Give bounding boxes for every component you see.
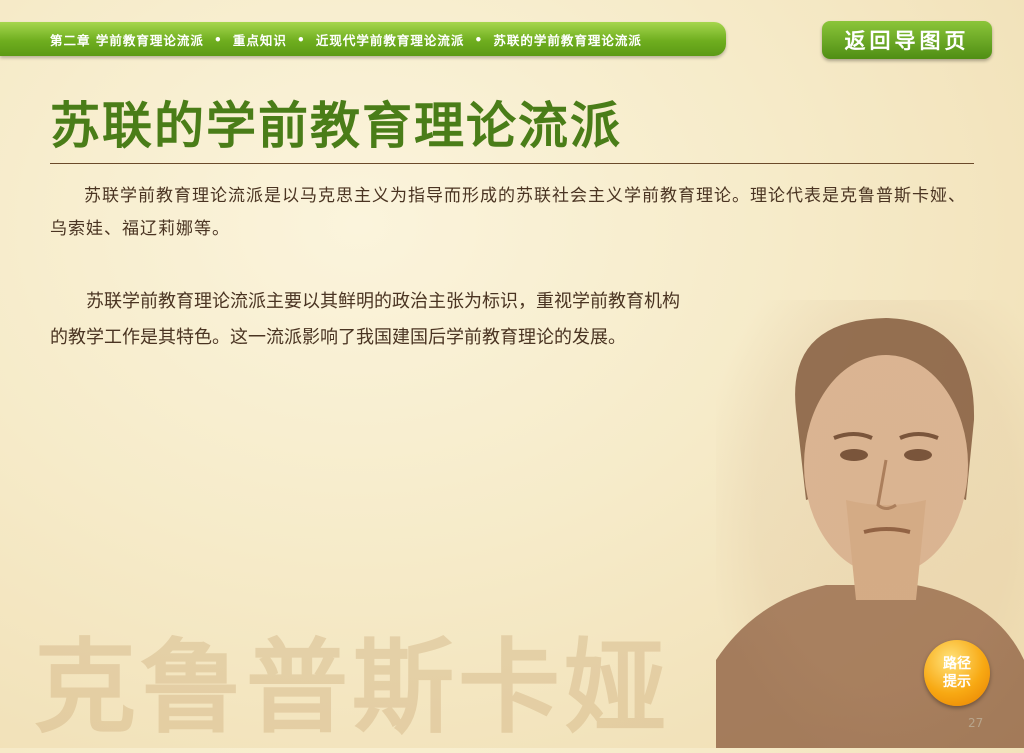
paragraph-intro: 苏联学前教育理论流派是以马克思主义为指导而形成的苏联社会主义学前教育理论。理论代… bbox=[50, 186, 966, 239]
breadcrumb-separator: • bbox=[474, 31, 484, 47]
breadcrumb-item-chapter[interactable]: 第二章 学前教育理论流派 bbox=[50, 30, 204, 49]
path-hint-button[interactable]: 路径 提示 bbox=[924, 640, 990, 706]
breadcrumb-separator: • bbox=[213, 31, 223, 47]
paragraph-features: 苏联学前教育理论流派主要以其鲜明的政治主张为标识，重视学前教育机构的教学工作是其… bbox=[50, 291, 680, 348]
breadcrumb-item-current: 苏联的学前教育理论流派 bbox=[493, 32, 642, 48]
breadcrumb-separator: • bbox=[296, 31, 306, 47]
hint-label-line2: 提示 bbox=[943, 674, 971, 690]
title-divider bbox=[50, 163, 974, 164]
breadcrumb: 第二章 学前教育理论流派 • 重点知识 • 近现代学前教育理论流派 • 苏联的学… bbox=[0, 22, 726, 56]
watermark-calligraphy: 克鲁普斯卡娅 bbox=[34, 628, 670, 748]
page-title: 苏联的学前教育理论流派 bbox=[50, 97, 622, 155]
hint-label-line1: 路径 bbox=[943, 656, 971, 672]
breadcrumb-item-modern-schools[interactable]: 近现代学前教育理论流派 bbox=[316, 30, 465, 49]
page-number: 27 bbox=[968, 716, 984, 730]
breadcrumb-item-key-knowledge[interactable]: 重点知识 bbox=[233, 30, 287, 49]
back-to-map-button[interactable]: 返回导图页 bbox=[822, 21, 992, 59]
